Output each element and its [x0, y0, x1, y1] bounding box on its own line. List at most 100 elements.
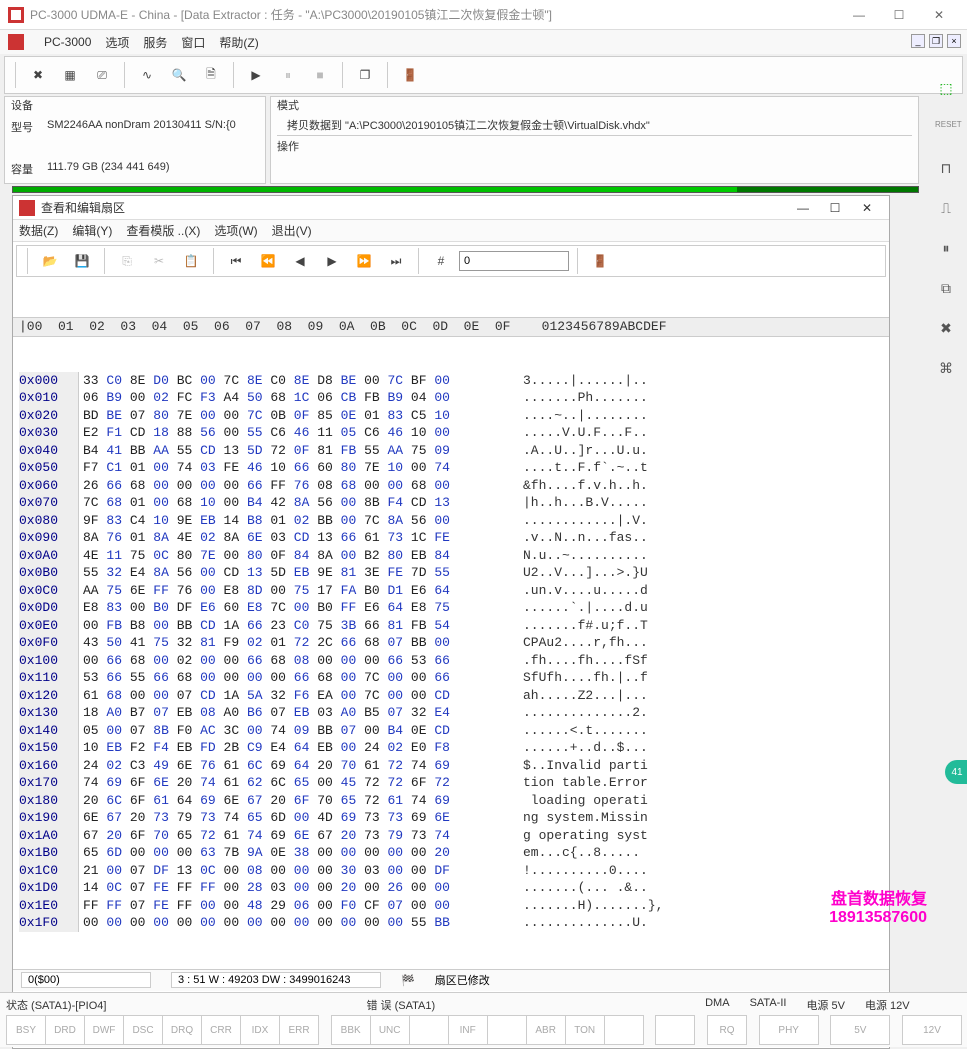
hex-bytes[interactable]: BD BE 07 80 7E 00 00 7C 0B 0F 85 0E 01 8… [83, 407, 513, 425]
hex-ascii[interactable]: U2..V...]...>.}U [523, 564, 648, 582]
hex-ascii[interactable]: SfUfh....fh.|..f [523, 669, 648, 687]
side-plug-icon[interactable]: ⎍ [935, 200, 957, 222]
hex-bytes[interactable]: 20 6C 6F 61 64 69 6E 67 20 6F 70 65 72 6… [83, 792, 513, 810]
menu-options[interactable]: 选项 [105, 34, 129, 51]
hex-row[interactable]: 0x10000 66 68 00 02 00 00 66 68 08 00 00… [13, 652, 889, 670]
hex-bytes[interactable]: 7C 68 01 00 68 10 00 B4 42 8A 56 00 8B F… [83, 494, 513, 512]
hex-ascii[interactable]: ....~..|........ [523, 407, 648, 425]
hex-row[interactable]: 0x1906E 67 20 73 79 73 74 65 6D 00 4D 69… [13, 809, 889, 827]
hex-minimize[interactable]: — [787, 197, 819, 219]
open-icon[interactable]: 📂 [36, 247, 64, 275]
hex-ascii[interactable]: 3.....|......|.. [523, 372, 648, 390]
hex-ascii[interactable]: $..Invalid parti [523, 757, 648, 775]
hex-bytes[interactable]: 74 69 6F 6E 20 74 61 62 6C 65 00 45 72 7… [83, 774, 513, 792]
hex-bytes[interactable]: AA 75 6E FF 76 00 E8 8D 00 75 17 FA B0 D… [83, 582, 513, 600]
hex-row[interactable]: 0x14005 00 07 8B F0 AC 3C 00 74 09 BB 07… [13, 722, 889, 740]
tool-wave-icon[interactable]: ∿ [133, 61, 161, 89]
hex-bytes[interactable]: 26 66 68 00 00 00 00 66 FF 76 08 68 00 0… [83, 477, 513, 495]
hex-bytes[interactable]: 55 32 E4 8A 56 00 CD 13 5D EB 9E 81 3E F… [83, 564, 513, 582]
hex-row[interactable]: 0x00033 C0 8E D0 BC 00 7C 8E C0 8E D8 BE… [13, 372, 889, 390]
hex-ascii[interactable]: .....V.U.F...F.. [523, 424, 648, 442]
hex-menu-edit[interactable]: 编辑(Y) [72, 222, 112, 239]
hex-ascii[interactable]: |h..h...B.V..... [523, 494, 648, 512]
hex-ascii[interactable]: .un.v....u.....d [523, 582, 648, 600]
hex-row[interactable]: 0x18020 6C 6F 61 64 69 6E 67 20 6F 70 65… [13, 792, 889, 810]
tool-chip-icon[interactable]: ▦ [56, 61, 84, 89]
hex-bytes[interactable]: 10 EB F2 F4 EB FD 2B C9 E4 64 EB 00 24 0… [83, 739, 513, 757]
hex-row[interactable]: 0x13018 A0 B7 07 EB 08 A0 B6 07 EB 03 A0… [13, 704, 889, 722]
hex-close[interactable]: ✕ [851, 197, 883, 219]
hex-ascii[interactable]: .......f#.u;f..T [523, 617, 648, 635]
hex-bytes[interactable]: 18 A0 B7 07 EB 08 A0 B6 07 EB 03 A0 B5 0… [83, 704, 513, 722]
hex-bytes[interactable]: 24 02 C3 49 6E 76 61 6C 69 64 20 70 61 7… [83, 757, 513, 775]
hex-bytes[interactable]: 53 66 55 66 68 00 00 00 00 66 68 00 7C 0… [83, 669, 513, 687]
tool-doc-icon[interactable]: 🗎 [197, 61, 225, 89]
hex-ascii[interactable]: ..............2. [523, 704, 648, 722]
prev-icon[interactable]: ◀ [286, 247, 314, 275]
hex-row[interactable]: 0x0B055 32 E4 8A 56 00 CD 13 5D EB 9E 81… [13, 564, 889, 582]
app-label[interactable]: PC-3000 [44, 35, 91, 49]
hex-menu-options[interactable]: 选项(W) [214, 222, 257, 239]
hex-ascii[interactable]: ......+..d..$... [523, 739, 648, 757]
hex-row[interactable]: 0x1A067 20 6F 70 65 72 61 74 69 6E 67 20… [13, 827, 889, 845]
hex-row[interactable]: 0x11053 66 55 66 68 00 00 00 00 66 68 00… [13, 669, 889, 687]
hex-row[interactable]: 0x1F000 00 00 00 00 00 00 00 00 00 00 00… [13, 914, 889, 932]
tool-settings-icon[interactable]: ✖ [24, 61, 52, 89]
hex-row[interactable]: 0x0809F 83 C4 10 9E EB 14 B8 01 02 BB 00… [13, 512, 889, 530]
hex-row[interactable]: 0x0707C 68 01 00 68 10 00 B4 42 8A 56 00… [13, 494, 889, 512]
hex-bytes[interactable]: 21 00 07 DF 13 0C 00 08 00 00 00 30 03 0… [83, 862, 513, 880]
hex-bytes[interactable]: 14 0C 07 FE FF FF 00 28 03 00 00 20 00 2… [83, 879, 513, 897]
hex-bytes[interactable]: 65 6D 00 00 00 63 7B 9A 0E 38 00 00 00 0… [83, 844, 513, 862]
hex-row[interactable]: 0x0A04E 11 75 0C 80 7E 00 80 0F 84 8A 00… [13, 547, 889, 565]
hex-bytes[interactable]: E2 F1 CD 18 88 56 00 55 C6 46 11 05 C6 4… [83, 424, 513, 442]
hex-row[interactable]: 0x0908A 76 01 8A 4E 02 8A 6E 03 CD 13 66… [13, 529, 889, 547]
stop-button[interactable]: ■ [306, 61, 334, 89]
hex-row[interactable]: 0x0E000 FB B8 00 BB CD 1A 66 23 C0 75 3B… [13, 617, 889, 635]
hex-ascii[interactable]: .......(... .&.. [523, 879, 648, 897]
hex-ascii[interactable]: .A..U..]r...U.u. [523, 442, 648, 460]
menu-window[interactable]: 窗口 [181, 34, 205, 51]
menu-services[interactable]: 服务 [143, 34, 167, 51]
side-link-icon[interactable]: ⧉ [935, 280, 957, 302]
last-icon[interactable]: ⏭ [382, 247, 410, 275]
hex-row[interactable]: 0x0C0AA 75 6E FF 76 00 E8 8D 00 75 17 FA… [13, 582, 889, 600]
hex-menu-exit[interactable]: 退出(V) [272, 222, 312, 239]
hex-row[interactable]: 0x1C021 00 07 DF 13 0C 00 08 00 00 00 30… [13, 862, 889, 880]
hex-bytes[interactable]: 61 68 00 00 07 CD 1A 5A 32 F6 EA 00 7C 0… [83, 687, 513, 705]
hex-ascii[interactable]: ............|.V. [523, 512, 648, 530]
copy-stack-icon[interactable]: ❐ [351, 61, 379, 89]
hex-ascii[interactable]: &fh....f.v.h..h. [523, 477, 648, 495]
hex-row[interactable]: 0x06026 66 68 00 00 00 00 66 FF 76 08 68… [13, 477, 889, 495]
play-button[interactable]: ▶ [242, 61, 270, 89]
tool-binoculars-icon[interactable]: 🔍 [165, 61, 193, 89]
hex-row[interactable]: 0x01006 B9 00 02 FC F3 A4 50 68 1C 06 CB… [13, 389, 889, 407]
hex-bytes[interactable]: 8A 76 01 8A 4E 02 8A 6E 03 CD 13 66 61 7… [83, 529, 513, 547]
hex-bytes[interactable]: 4E 11 75 0C 80 7E 00 80 0F 84 8A 00 B2 8… [83, 547, 513, 565]
hex-row[interactable]: 0x1D014 0C 07 FE FF FF 00 28 03 00 00 20… [13, 879, 889, 897]
hex-exit-icon[interactable]: 🚪 [586, 247, 614, 275]
hex-row[interactable]: 0x16024 02 C3 49 6E 76 61 6C 69 64 20 70… [13, 757, 889, 775]
hex-ascii[interactable]: em...c{..8..... [523, 844, 648, 862]
side-glyph-icon[interactable]: ⌘ [935, 360, 957, 382]
hex-grid[interactable]: |00 01 02 03 04 05 06 07 08 09 0A 0B 0C … [13, 280, 889, 969]
hex-menu-template[interactable]: 查看模版 ..(X) [126, 222, 200, 239]
mdi-minimize[interactable]: _ [911, 34, 925, 48]
hex-bytes[interactable]: 00 FB B8 00 BB CD 1A 66 23 C0 75 3B 66 8… [83, 617, 513, 635]
side-disk-icon[interactable]: ⬚ [935, 80, 957, 102]
hex-ascii[interactable]: ah.....Z2...|... [523, 687, 648, 705]
hex-row[interactable]: 0x1B065 6D 00 00 00 63 7B 9A 0E 38 00 00… [13, 844, 889, 862]
hex-ascii[interactable]: .......H).......}, [523, 897, 663, 915]
first-icon[interactable]: ⏮ [222, 247, 250, 275]
hex-bytes[interactable]: 9F 83 C4 10 9E EB 14 B8 01 02 BB 00 7C 8… [83, 512, 513, 530]
hex-row[interactable]: 0x15010 EB F2 F4 EB FD 2B C9 E4 64 EB 00… [13, 739, 889, 757]
hex-ascii[interactable]: !..........0.... [523, 862, 648, 880]
next-far-icon[interactable]: ⏩ [350, 247, 378, 275]
side-gauge-icon[interactable]: ⊓ [935, 160, 957, 182]
hex-row[interactable]: 0x0F043 50 41 75 32 81 F9 02 01 72 2C 66… [13, 634, 889, 652]
hex-ascii[interactable]: ....t..F.f`.~..t [523, 459, 648, 477]
hex-ascii[interactable]: .v..N..n...fas.. [523, 529, 648, 547]
hex-maximize[interactable]: ☐ [819, 197, 851, 219]
side-pause-icon[interactable]: ⏸ [935, 240, 957, 262]
close-button[interactable]: ✕ [919, 0, 959, 30]
hex-bytes[interactable]: 43 50 41 75 32 81 F9 02 01 72 2C 66 68 0… [83, 634, 513, 652]
